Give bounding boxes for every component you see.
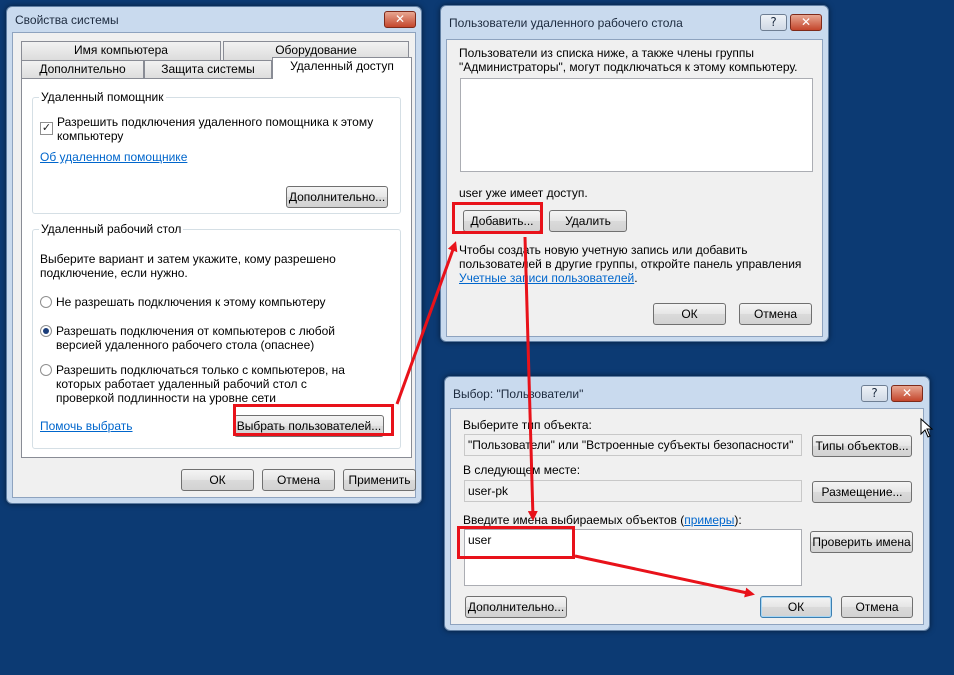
allow-assistance-checkbox[interactable]: ✓	[40, 122, 53, 135]
help-icon[interactable]: ?	[861, 385, 888, 402]
access-note: user уже имеет доступ.	[459, 186, 588, 200]
remote-assistance-group: Удаленный помощник ✓ Разрешить подключен…	[32, 90, 401, 214]
object-type-label: Выберите тип объекта:	[463, 418, 592, 432]
window-content: Пользователи из списка ниже, а также чле…	[446, 39, 823, 337]
highlight-select-users	[233, 404, 394, 436]
close-icon[interactable]: ✕	[891, 385, 923, 402]
select-users-window: Выбор: "Пользователи" ? ✕ Выберите тип о…	[444, 376, 930, 631]
help-icon[interactable]: ?	[760, 14, 787, 31]
rdp-option-any-label: Разрешать подключения от компьютеров с л…	[56, 324, 335, 352]
description-text: Пользователи из списка ниже, а также чле…	[459, 46, 798, 74]
tab-computer-name[interactable]: Имя компьютера	[21, 41, 221, 60]
mouse-cursor-icon	[920, 418, 934, 438]
rdp-option-deny-radio[interactable]	[40, 296, 52, 308]
cancel-button[interactable]: Отмена	[739, 303, 812, 325]
tab-remote[interactable]: Удаленный доступ	[272, 57, 412, 79]
group-title: Удаленный помощник	[39, 90, 166, 104]
window-content: Выберите тип объекта: "Пользователи" или…	[450, 408, 924, 625]
close-icon[interactable]: ✕	[790, 14, 822, 31]
info-text: Чтобы создать новую учетную запись или д…	[459, 243, 819, 285]
ok-button[interactable]: ОК	[181, 469, 254, 491]
object-type-field: "Пользователи" или "Встроенные субъекты …	[464, 434, 802, 456]
allow-assistance-label: Разрешить подключения удаленного помощни…	[57, 115, 374, 143]
cancel-button[interactable]: Отмена	[841, 596, 913, 618]
ok-button[interactable]: ОК	[760, 596, 832, 618]
remote-desktop-users-window: Пользователи удаленного рабочего стола ?…	[440, 5, 829, 342]
object-types-button[interactable]: Типы объектов...	[812, 435, 912, 457]
ok-button[interactable]: ОК	[653, 303, 726, 325]
window-title: Выбор: "Пользователи"	[453, 387, 584, 401]
highlight-add-button	[452, 202, 543, 234]
rdp-option-any-radio[interactable]	[40, 325, 52, 337]
window-title: Пользователи удаленного рабочего стола	[449, 16, 683, 30]
location-field: user-pk	[464, 480, 802, 502]
names-label-text: Введите имена выбираемых объектов (	[463, 513, 685, 527]
examples-link[interactable]: примеры	[684, 513, 734, 527]
location-label: В следующем месте:	[463, 463, 581, 477]
tab-system-protection[interactable]: Защита системы	[144, 60, 272, 79]
highlight-names-input	[457, 526, 575, 559]
names-label: Введите имена выбираемых объектов (приме…	[463, 513, 742, 527]
tab-advanced[interactable]: Дополнительно	[21, 60, 144, 79]
rdp-option-nla-radio[interactable]	[40, 364, 52, 376]
users-list[interactable]	[460, 78, 813, 172]
advanced-button[interactable]: Дополнительно...	[465, 596, 567, 618]
names-label-end: ):	[734, 513, 742, 527]
rdp-option-nla-label: Разрешить подключаться только с компьюте…	[56, 363, 345, 405]
tab-panel: Удаленный помощник ✓ Разрешить подключен…	[21, 78, 412, 458]
help-choose-link[interactable]: Помочь выбрать	[40, 419, 133, 433]
cancel-button[interactable]: Отмена	[262, 469, 335, 491]
info-text-end: .	[634, 271, 638, 285]
close-icon[interactable]: ✕	[384, 11, 416, 28]
rdp-intro-text: Выберите вариант и затем укажите, кому р…	[40, 252, 336, 280]
about-assistance-link[interactable]: Об удаленном помощнике	[40, 150, 187, 164]
locations-button[interactable]: Размещение...	[812, 481, 912, 503]
rdp-option-deny-label: Не разрешать подключения к этому компьют…	[56, 295, 326, 309]
assistance-advanced-button[interactable]: Дополнительно...	[286, 186, 388, 208]
user-accounts-link[interactable]: Учетные записи пользователей	[459, 271, 634, 285]
info-text-body: Чтобы создать новую учетную запись или д…	[459, 243, 802, 271]
check-names-button[interactable]: Проверить имена	[810, 531, 913, 553]
group-title: Удаленный рабочий стол	[39, 222, 184, 236]
apply-button[interactable]: Применить	[343, 469, 416, 491]
remove-button[interactable]: Удалить	[549, 210, 627, 232]
window-title: Свойства системы	[15, 13, 119, 27]
